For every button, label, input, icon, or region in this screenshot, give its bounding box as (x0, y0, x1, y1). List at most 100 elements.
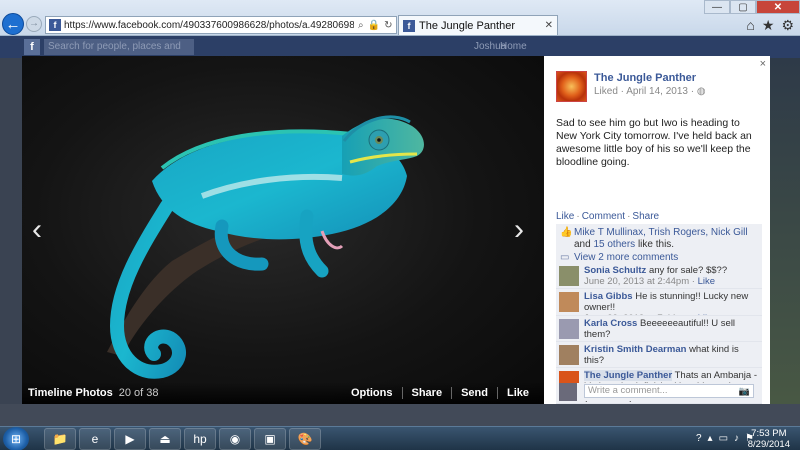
photo-stage[interactable] (22, 56, 544, 404)
commenter-name-link[interactable]: Sonia Schultz (584, 265, 646, 276)
chameleon-photo (107, 115, 424, 379)
post-share-link[interactable]: Share (632, 211, 659, 222)
comment-like-link[interactable]: Like (740, 403, 757, 404)
hp-icon[interactable]: hp (184, 428, 216, 450)
backdrop-left (0, 58, 22, 426)
post-date: Liked · April 14, 2013 · (594, 86, 695, 97)
commenter-avatar[interactable] (559, 344, 579, 365)
post-text: Sad to see him go but Iwo is heading to … (556, 117, 752, 168)
comment-placeholder: Write a comment... (588, 385, 668, 396)
options-button[interactable]: Options (342, 387, 402, 399)
internet-explorer-icon[interactable]: e (79, 428, 111, 450)
commenter-name-link[interactable]: Kristin Smith Dearman (584, 344, 686, 355)
write-comment-row: Write a comment... 📷 (556, 383, 762, 401)
comment-row: Kristin Smith Dearman what kind is this?… (556, 341, 762, 369)
comment-meta: June 20, 2013 at 2:44pm · Like (584, 276, 715, 287)
post-like-link[interactable]: Like (556, 211, 574, 222)
commenter-avatar[interactable] (559, 318, 579, 339)
search-icon[interactable]: ⌕ (358, 20, 364, 31)
eject-icon[interactable]: ⏏ (149, 428, 181, 450)
view-more-comments-label: View 2 more comments (574, 252, 679, 263)
separator: · (576, 211, 580, 222)
minimize-button[interactable]: — (704, 0, 730, 14)
gear-icon[interactable]: ⚙ (781, 17, 794, 34)
camera-icon[interactable]: 📷 (739, 385, 750, 397)
backdrop-bottom (0, 404, 800, 426)
comment-meta: July 28, 2013 at 10:20pm · Edited · · Li… (584, 403, 758, 404)
page-avatar[interactable] (556, 71, 587, 102)
url-text[interactable]: https://www.facebook.com/490337600986628… (64, 20, 354, 31)
post-meta: Liked · April 14, 2013 · ◍ (594, 86, 706, 97)
share-button[interactable]: Share (401, 387, 452, 399)
commenter-name-link[interactable]: Lisa Gibbs (584, 291, 633, 302)
address-bar[interactable]: f https://www.facebook.com/4903376009866… (45, 16, 397, 34)
commenter-avatar[interactable] (559, 292, 579, 313)
backdrop-right (770, 58, 800, 426)
post-actions: Like · Comment · Share (556, 211, 659, 222)
photo-actions: Options Share Send Like (342, 387, 538, 399)
clock-time: 7:53 PM (751, 428, 787, 439)
comment-row: Sonia Schultz any for sale? $$?? June 20,… (556, 263, 762, 290)
browser-tab[interactable]: f The Jungle Panther ✕ (398, 15, 558, 35)
post-comment-link[interactable]: Comment (582, 211, 625, 222)
comment-input[interactable]: Write a comment... 📷 (584, 384, 754, 398)
liker-names[interactable]: Mike T Mullinax, Trish Rogers, Nick Gill (574, 227, 748, 238)
comment-like-link[interactable]: Like (698, 276, 715, 287)
tab-close-icon[interactable]: ✕ (545, 20, 553, 31)
facebook-search-input[interactable]: Search for people, places and things (44, 39, 194, 68)
window-controls: — ▢ ✕ (704, 0, 800, 14)
paint-icon[interactable]: 🎨 (289, 428, 321, 450)
current-user-avatar (559, 383, 577, 401)
next-photo-button[interactable]: › (514, 215, 524, 245)
facebook-favicon-icon: f (403, 19, 415, 32)
commenter-name-link[interactable]: Karla Cross (584, 318, 637, 329)
tab-title: The Jungle Panther (419, 19, 516, 32)
photo-position: 20 of 38 (118, 387, 159, 399)
facebook-logo-icon[interactable]: f (24, 39, 40, 55)
comment-date: June 20, 2013 at 2:44pm (584, 276, 690, 287)
media-player-icon[interactable]: ▶ (114, 428, 146, 450)
commenter-avatar[interactable] (559, 266, 579, 286)
volume-icon[interactable]: ♪ (734, 433, 739, 444)
display-icon[interactable]: ▣ (254, 428, 286, 450)
album-link[interactable]: Timeline Photos (28, 387, 113, 399)
windows-taskbar: ⊞ 📁 e ▶ ⏏ hp ◉ ▣ 🎨 ? ▴ ▭ ♪ ⚑ 7:53 PM 8/2… (0, 426, 800, 450)
show-hidden-icons-icon[interactable]: ▴ (708, 433, 713, 444)
lock-icon[interactable]: 🔒 (368, 20, 380, 31)
like-button[interactable]: Like (496, 387, 538, 399)
previous-photo-button[interactable]: ‹ (32, 215, 42, 245)
comment-bubble-icon: ▭ (560, 252, 570, 263)
clock[interactable]: 7:53 PM 8/29/2014 (748, 428, 790, 450)
star-icon[interactable]: ★ (762, 17, 775, 34)
back-button[interactable]: ← (2, 13, 24, 35)
thumbs-up-icon: 👍 (560, 227, 573, 238)
home-link[interactable]: Home (500, 41, 527, 52)
refresh-icon[interactable]: ↻ (384, 20, 392, 31)
comment-text: any for sale? $$?? (648, 265, 728, 276)
send-button[interactable]: Send (451, 387, 497, 399)
forward-button[interactable]: → (26, 16, 42, 32)
chrome-icon[interactable]: ◉ (219, 428, 251, 450)
browser-tool-icons: ⌂ ★ ⚙ (746, 17, 794, 34)
file-explorer-icon[interactable]: 📁 (44, 428, 76, 450)
start-button[interactable]: ⊞ (3, 427, 29, 450)
browser-chrome: ← → f https://www.facebook.com/490337600… (0, 0, 800, 36)
commenter-name-link[interactable]: The Jungle Panther (584, 370, 673, 382)
facebook-favicon-icon: f (49, 19, 61, 31)
network-icon[interactable]: ▭ (719, 433, 728, 444)
maximize-button[interactable]: ▢ (730, 0, 756, 14)
help-icon[interactable]: ? (696, 433, 702, 444)
close-window-button[interactable]: ✕ (756, 0, 800, 14)
globe-icon: ◍ (696, 86, 706, 97)
taskbar-items: 📁 e ▶ ⏏ hp ◉ ▣ 🎨 (44, 428, 321, 450)
comment-date: July 28, 2013 at 10:20pm · Edited · (584, 403, 732, 404)
close-viewer-icon[interactable]: × (760, 58, 766, 70)
home-icon[interactable]: ⌂ (746, 17, 754, 34)
facebook-top-bar: f Search for people, places and things J… (0, 36, 800, 68)
system-tray: ? ▴ ▭ ♪ ⚑ (696, 433, 754, 444)
clock-date: 8/29/2014 (747, 439, 790, 450)
page-name-link[interactable]: The Jungle Panther (594, 72, 696, 84)
comment-row: Lisa Gibbs He is stunning!! Lucky new ow… (556, 289, 762, 316)
comment-row: Karla Cross Beeeeeeautiful!! U sell them… (556, 315, 762, 342)
photo-action-bar: Timeline Photos 20 of 38 Options Share S… (22, 382, 544, 404)
